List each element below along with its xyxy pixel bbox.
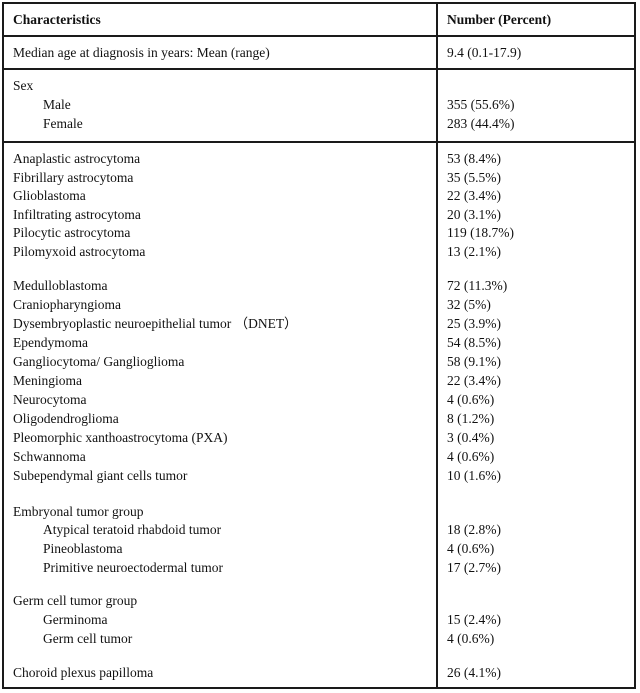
astro-row-value: 35 (5.5%) <box>447 170 501 185</box>
embryonal-row-value: 17 (2.7%) <box>447 560 501 575</box>
embryonal-row-value: 18 (2.8%) <box>447 522 501 537</box>
tumor-row-label: Pleomorphic xanthoastrocytoma (PXA) <box>13 430 228 445</box>
tumor-row-value: 4 (0.6%) <box>447 449 495 464</box>
embryonal-row-label: Primitive neuroectodermal tumor <box>43 560 223 575</box>
tumor-row-value: 25 (3.9%) <box>447 316 501 331</box>
sex-group-label: Sex <box>13 78 34 93</box>
astro-row-label: Fibrillary astrocytoma <box>13 170 134 185</box>
column-divider <box>436 4 438 687</box>
characteristics-table: Characteristics Number (Percent) Median … <box>2 2 636 689</box>
tumor-row-label: Dysembryoplastic neuroepithelial tumor （… <box>13 316 298 331</box>
tumor-row-label: Gangliocytoma/ Ganglioglioma <box>13 354 185 369</box>
age-value: 9.4 (0.1-17.9) <box>447 45 522 60</box>
astro-row-value: 20 (3.1%) <box>447 207 501 222</box>
astro-row-label: Pilocytic astrocytoma <box>13 225 131 240</box>
tumor-row-label: Oligodendroglioma <box>13 411 119 426</box>
embryonal-row-label: Pineoblastoma <box>43 541 123 556</box>
embryonal-row-label: Atypical teratoid rhabdoid tumor <box>43 522 222 537</box>
embryonal-row-value: 4 (0.6%) <box>447 541 495 556</box>
germ-row-label: Germinoma <box>43 612 108 627</box>
tumor-row-label: Medulloblastoma <box>13 278 108 293</box>
tumor-row-value: 8 (1.2%) <box>447 411 495 426</box>
header-divider <box>4 35 634 37</box>
tumor-row-label: Neurocytoma <box>13 392 87 407</box>
tumor-row-value: 22 (3.4%) <box>447 373 501 388</box>
astro-row-value: 22 (3.4%) <box>447 188 501 203</box>
tumor-row-value: 4 (0.6%) <box>447 392 495 407</box>
astro-row-label: Anaplastic astrocytoma <box>13 151 141 166</box>
astro-row-label: Glioblastoma <box>13 188 86 203</box>
astro-row-value: 53 (8.4%) <box>447 151 501 166</box>
header-number-percent: Number (Percent) <box>447 12 552 27</box>
choroid-value: 26 (4.1%) <box>447 665 501 680</box>
header-characteristics: Characteristics <box>13 12 101 27</box>
choroid-label: Choroid plexus papilloma <box>13 665 154 680</box>
germ-row-value: 15 (2.4%) <box>447 612 501 627</box>
tumor-row-label: Meningioma <box>13 373 82 388</box>
tumor-row-label: Schwannoma <box>13 449 86 464</box>
germ-row-value: 4 (0.6%) <box>447 631 495 646</box>
embryonal-group-label: Embryonal tumor group <box>13 504 144 519</box>
tumor-row-value: 3 (0.4%) <box>447 430 495 445</box>
germ-row-label: Germ cell tumor <box>43 631 133 646</box>
sex-row-label: Female <box>43 116 83 131</box>
astro-row-label: Pilomyxoid astrocytoma <box>13 244 146 259</box>
row-divider-age <box>4 68 634 70</box>
tumor-row-value: 58 (9.1%) <box>447 354 501 369</box>
age-label: Median age at diagnosis in years: Mean (… <box>13 45 270 60</box>
astro-row-label: Infiltrating astrocytoma <box>13 207 141 222</box>
astro-row-value: 13 (2.1%) <box>447 244 501 259</box>
germ-group-label: Germ cell tumor group <box>13 593 138 608</box>
sex-row-value: 355 (55.6%) <box>447 97 515 112</box>
tumor-row-value: 32 (5%) <box>447 297 491 312</box>
tumor-row-label: Craniopharyngioma <box>13 297 121 312</box>
tumor-row-value: 54 (8.5%) <box>447 335 501 350</box>
tumor-row-label: Ependymoma <box>13 335 88 350</box>
tumor-row-label: Subependymal giant cells tumor <box>13 468 188 483</box>
sex-row-value: 283 (44.4%) <box>447 116 515 131</box>
sex-row-label: Male <box>43 97 71 112</box>
row-divider-sex <box>4 141 634 143</box>
tumor-row-value: 72 (11.3%) <box>447 278 508 293</box>
astro-row-value: 119 (18.7%) <box>447 225 514 240</box>
tumor-row-value: 10 (1.6%) <box>447 468 501 483</box>
